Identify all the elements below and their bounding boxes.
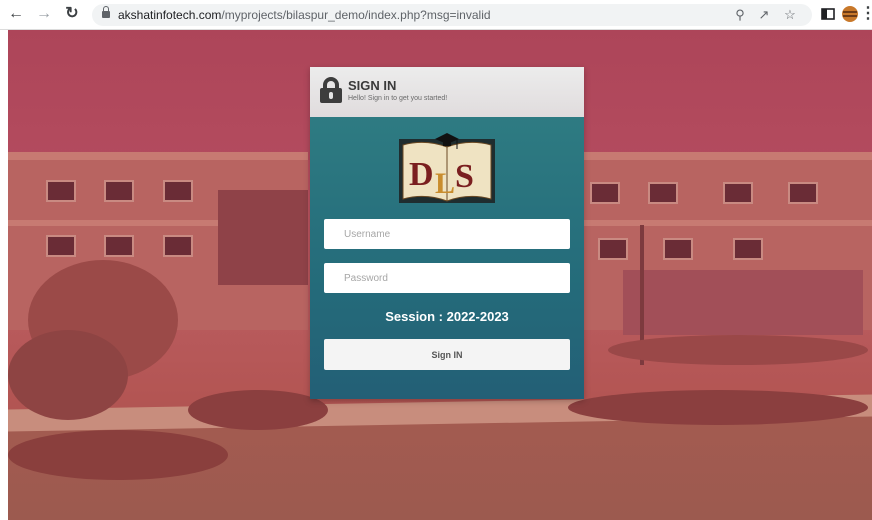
svg-text:L: L <box>435 167 455 200</box>
reload-icon[interactable]: ↻ <box>62 4 82 24</box>
profile-avatar-icon[interactable] <box>840 4 860 24</box>
dls-logo: D S L <box>399 131 495 207</box>
signin-button[interactable]: Sign IN <box>324 339 570 370</box>
bookmark-star-icon[interactable]: ☆ <box>782 7 798 23</box>
signin-title: SIGN IN <box>348 78 397 93</box>
signin-subtitle: Hello! Sign in to get you started! <box>348 95 448 102</box>
padlock-icon <box>320 77 342 103</box>
share-icon[interactable]: ↗ <box>756 7 772 23</box>
forward-arrow-icon[interactable]: → <box>34 4 54 24</box>
svg-text:D: D <box>409 156 434 193</box>
login-card: SIGN IN Hello! Sign in to get you starte… <box>310 67 584 399</box>
zoom-icon[interactable]: ⚲ <box>732 7 748 23</box>
url-host: akshatinfotech.com <box>118 8 222 22</box>
back-arrow-icon[interactable]: ← <box>6 4 26 24</box>
url-path: /myprojects/bilaspur_demo/index.php?msg=… <box>221 8 491 22</box>
username-input[interactable] <box>324 219 570 249</box>
login-card-header: SIGN IN Hello! Sign in to get you starte… <box>310 67 584 117</box>
session-label: Session : 2022-2023 <box>385 309 509 324</box>
side-panel-icon[interactable] <box>818 4 838 24</box>
lock-icon[interactable] <box>102 6 110 18</box>
browser-toolbar: ← → ↻ akshatinfotech.com/myprojects/bila… <box>0 0 872 30</box>
login-card-body: D S L Session : 2022-2023 Sign IN <box>310 117 584 399</box>
address-bar[interactable]: akshatinfotech.com/myprojects/bilaspur_d… <box>92 4 812 26</box>
password-input[interactable] <box>324 263 570 293</box>
url-text[interactable]: akshatinfotech.com/myprojects/bilaspur_d… <box>118 7 491 23</box>
svg-text:S: S <box>455 158 474 195</box>
menu-kebab-icon[interactable]: ⋮ <box>860 4 872 24</box>
